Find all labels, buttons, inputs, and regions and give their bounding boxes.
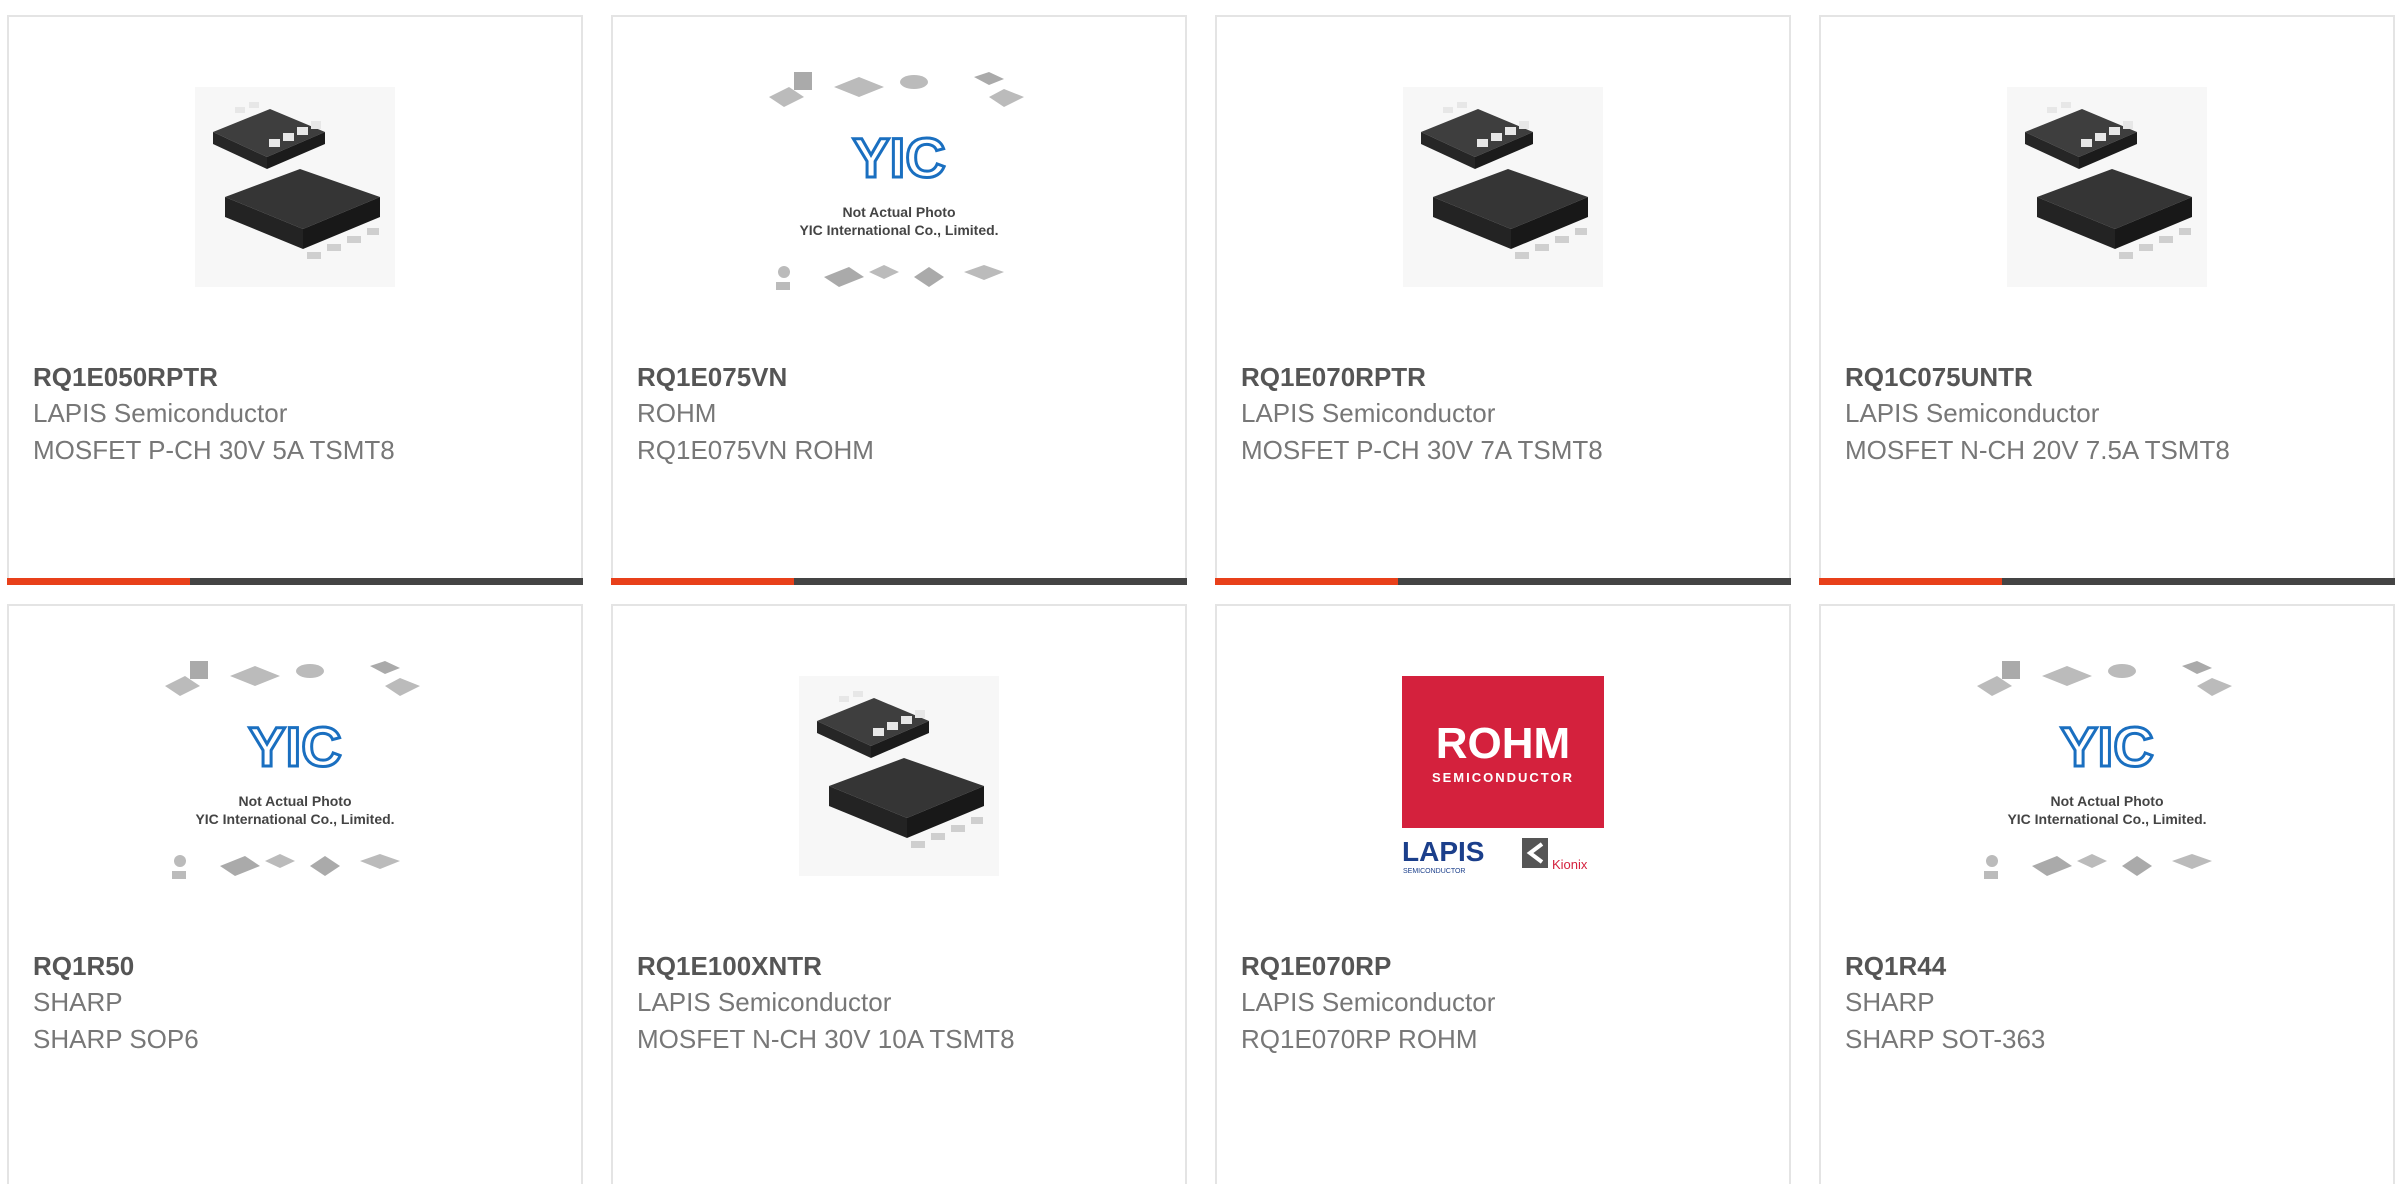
product-description: MOSFET P-CH 30V 5A TSMT8 [33,435,395,465]
product-image-chip[interactable] [1821,57,2393,317]
card-bar-accent [1215,578,1398,585]
product-manufacturer: LAPIS Semiconductor [1845,398,2100,428]
chip-photo-icon [195,87,395,287]
product-card[interactable]: YIC Not Actual Photo YIC International C… [1819,604,2395,1184]
placeholder-note: Not Actual Photo [842,204,955,220]
product-description: SHARP SOT-363 [1845,1024,2046,1054]
product-card[interactable]: RQ1C075UNTR LAPIS Semiconductor MOSFET N… [1819,15,2395,585]
lapis-sub-wordmark: SEMICONDUCTOR [1403,868,1465,875]
placeholder-company: YIC International Co., Limited. [799,222,998,238]
product-info: RQ1E070RPTR LAPIS Semiconductor MOSFET P… [1241,359,1769,469]
chip-photo-icon [799,676,999,876]
product-part-number[interactable]: RQ1E075VN [637,359,1165,395]
placeholder-note: Not Actual Photo [238,793,351,809]
chip-photo-icon [2007,87,2207,287]
product-card[interactable]: RQ1E070RPTR LAPIS Semiconductor MOSFET P… [1215,15,1791,585]
product-manufacturer: SHARP [1845,987,1935,1017]
product-manufacturer: ROHM [637,398,717,428]
product-part-number[interactable]: RQ1C075UNTR [1845,359,2373,395]
product-card[interactable]: YIC Not Actual Photo YIC International C… [7,604,583,1184]
product-info: RQ1C075UNTR LAPIS Semiconductor MOSFET N… [1845,359,2373,469]
kionix-wordmark: Kionix [1552,857,1588,872]
yic-logo: YIC [852,126,945,189]
product-image-chip[interactable] [613,646,1185,906]
product-description: MOSFET N-CH 30V 10A TSMT8 [637,1024,1015,1054]
product-part-number[interactable]: RQ1E050RPTR [33,359,561,395]
product-manufacturer: LAPIS Semiconductor [1241,398,1496,428]
product-image-logo[interactable]: ROHM SEMICONDUCTOR LAPIS SEMICONDUCTOR K… [1217,646,1789,906]
product-description: MOSFET P-CH 30V 7A TSMT8 [1241,435,1603,465]
card-progress-bar [1215,578,1791,585]
card-progress-bar [1819,578,2395,585]
product-info: RQ1E100XNTR LAPIS Semiconductor MOSFET N… [637,948,1165,1058]
product-part-number[interactable]: RQ1R44 [1845,948,2373,984]
product-info: RQ1E075VN ROHM RQ1E075VN ROHM [637,359,1165,469]
placeholder-note: Not Actual Photo [2050,793,2163,809]
product-description: RQ1E070RP ROHM [1241,1024,1478,1054]
card-bar-accent [7,578,190,585]
card-progress-bar [611,578,1187,585]
product-part-number[interactable]: RQ1E070RP [1241,948,1769,984]
product-card[interactable]: ROHM SEMICONDUCTOR LAPIS SEMICONDUCTOR K… [1215,604,1791,1184]
product-image-placeholder[interactable]: YIC Not Actual Photo YIC International C… [9,646,581,906]
yic-placeholder-icon: YIC Not Actual Photo YIC International C… [1977,661,2232,879]
product-manufacturer: LAPIS Semiconductor [637,987,892,1017]
yic-logo: YIC [2060,715,2153,778]
product-info: RQ1R44 SHARP SHARP SOT-363 [1845,948,2373,1058]
product-info: RQ1E070RP LAPIS Semiconductor RQ1E070RP … [1241,948,1769,1058]
product-description: RQ1E075VN ROHM [637,435,874,465]
yic-logo: YIC [248,715,341,778]
rohm-lapis-logo-icon: ROHM SEMICONDUCTOR LAPIS SEMICONDUCTOR K… [1402,676,1604,875]
product-manufacturer: LAPIS Semiconductor [1241,987,1496,1017]
chip-photo-icon [1403,87,1603,287]
product-image-chip[interactable] [9,57,581,317]
product-card[interactable]: YIC Not Actual Photo YIC International C… [611,15,1187,585]
product-part-number[interactable]: RQ1E100XNTR [637,948,1165,984]
product-info: RQ1R50 SHARP SHARP SOP6 [33,948,561,1058]
product-part-number[interactable]: RQ1R50 [33,948,561,984]
lapis-wordmark: LAPIS [1402,836,1484,867]
product-description: MOSFET N-CH 20V 7.5A TSMT8 [1845,435,2230,465]
rohm-wordmark: ROHM [1436,719,1570,768]
product-card[interactable]: RQ1E100XNTR LAPIS Semiconductor MOSFET N… [611,604,1187,1184]
product-grid: RQ1E050RPTR LAPIS Semiconductor MOSFET P… [0,0,2400,1184]
card-bar-accent [1819,578,2002,585]
placeholder-company: YIC International Co., Limited. [195,811,394,827]
card-progress-bar [7,578,583,585]
rohm-sub-wordmark: SEMICONDUCTOR [1432,770,1574,785]
product-info: RQ1E050RPTR LAPIS Semiconductor MOSFET P… [33,359,561,469]
card-bar-accent [611,578,794,585]
yic-placeholder-icon: YIC Not Actual Photo YIC International C… [165,661,420,879]
product-image-chip[interactable] [1217,57,1789,317]
placeholder-company: YIC International Co., Limited. [2007,811,2206,827]
product-manufacturer: LAPIS Semiconductor [33,398,288,428]
product-image-placeholder[interactable]: YIC Not Actual Photo YIC International C… [1821,646,2393,906]
yic-placeholder-icon: YIC Not Actual Photo YIC International C… [769,72,1024,290]
product-card[interactable]: RQ1E050RPTR LAPIS Semiconductor MOSFET P… [7,15,583,585]
product-manufacturer: SHARP [33,987,123,1017]
product-image-placeholder[interactable]: YIC Not Actual Photo YIC International C… [613,57,1185,317]
product-description: SHARP SOP6 [33,1024,199,1054]
product-part-number[interactable]: RQ1E070RPTR [1241,359,1769,395]
